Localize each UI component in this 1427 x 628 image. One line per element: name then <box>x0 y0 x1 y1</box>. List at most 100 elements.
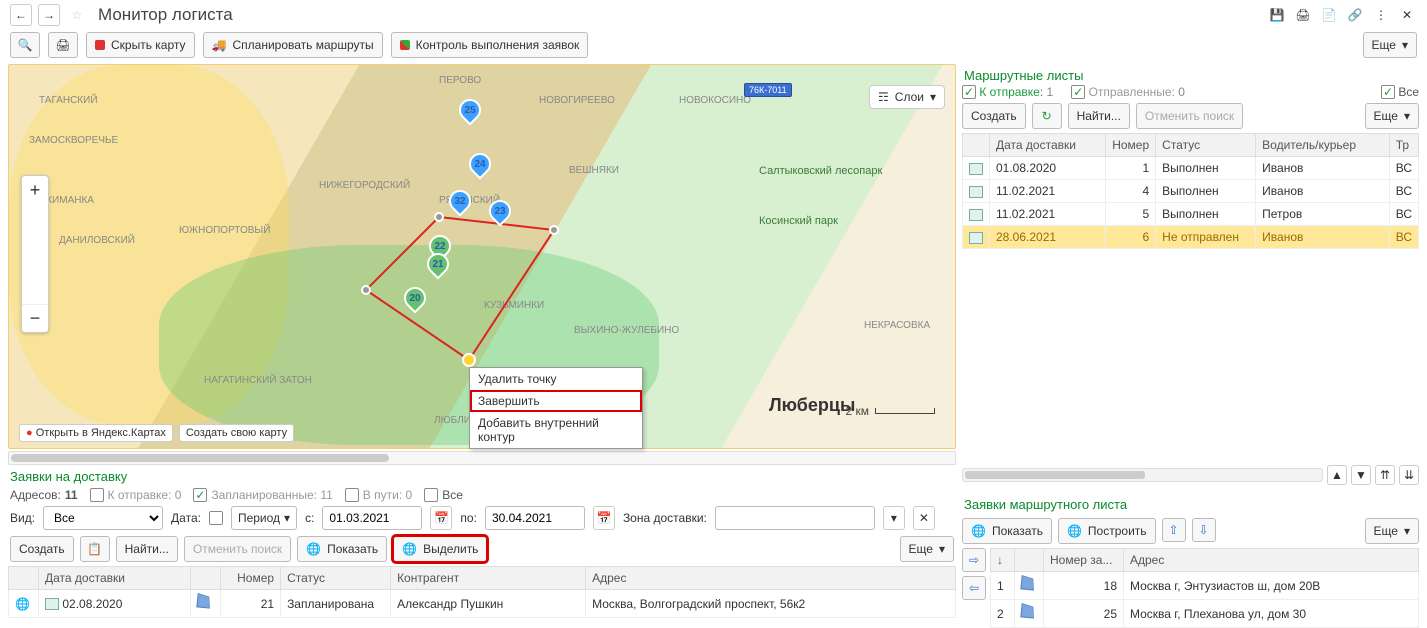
in-transit-checkbox[interactable] <box>345 488 359 502</box>
map-marker[interactable]: 23 <box>489 200 511 228</box>
all-checkbox[interactable] <box>424 488 438 502</box>
move-left-button[interactable]: ⇦ <box>962 576 986 600</box>
rr-build-button[interactable]: 🌐Построить <box>1058 518 1156 544</box>
close-icon[interactable]: ✕ <box>1397 5 1417 25</box>
plan-routes-button[interactable]: 🚚Спланировать маршруты <box>203 32 383 58</box>
map-marker[interactable]: 24 <box>469 153 491 181</box>
move-up-button[interactable]: ⇧ <box>1162 518 1186 542</box>
print-button[interactable]: 🖨 <box>48 32 78 58</box>
show-button[interactable]: 🌐Показать <box>297 536 387 562</box>
col-num[interactable]: Номер за... <box>1044 549 1124 572</box>
table-row[interactable]: 01.08.20201ВыполненИвановВС <box>963 157 1419 180</box>
search-button[interactable]: 🔍 <box>10 32 40 58</box>
create-request-button[interactable]: Создать <box>10 536 74 562</box>
report-icon[interactable]: 📄 <box>1319 5 1339 25</box>
map[interactable]: ТАГАНСКИЙ ЗАМОСКВОРЕЧЬЕ ЯКИМАНКА ДАНИЛОВ… <box>8 64 956 449</box>
routes-cancel-search-button[interactable]: Отменить поиск <box>1136 103 1243 129</box>
to-date-input[interactable] <box>485 506 585 530</box>
col-status[interactable]: Статус <box>1156 134 1256 157</box>
routes-scroll[interactable] <box>962 468 1323 482</box>
table-row[interactable]: 🌐 02.08.2020 21 Запланирована Александр … <box>9 590 956 618</box>
map-marker[interactable]: 25 <box>459 99 481 127</box>
rr-more-button[interactable]: Еще ▾ <box>1365 518 1419 544</box>
table-nav-down[interactable]: ▼ <box>1351 465 1371 485</box>
col-addr[interactable]: Адрес <box>1124 549 1419 572</box>
move-down-button[interactable]: ⇩ <box>1192 518 1216 542</box>
select-button[interactable]: 🌐Выделить <box>393 536 487 562</box>
rr-show-button[interactable]: 🌐Показать <box>962 518 1052 544</box>
col-date[interactable]: Дата доставки <box>990 134 1106 157</box>
zone-clear-button[interactable]: ✕ <box>913 506 935 530</box>
move-right-button[interactable]: ⇨ <box>962 548 986 572</box>
open-yandex-button[interactable]: ● Открыть в Яндекс.Картах <box>19 424 173 442</box>
table-row-selected[interactable]: 28.06.20216Не отправленИвановВС <box>963 226 1419 249</box>
hide-map-button[interactable]: Скрыть карту <box>86 32 195 58</box>
table-nav-up[interactable]: ▲ <box>1327 465 1347 485</box>
col-number[interactable]: Номер <box>221 567 281 590</box>
requests-more-button[interactable]: Еще ▾ <box>900 536 954 562</box>
col-tr[interactable]: Тр <box>1389 134 1418 157</box>
table-nav-top[interactable]: ⇈ <box>1375 465 1395 485</box>
view-select[interactable]: Все <box>43 506 163 530</box>
save-icon[interactable]: 💾 <box>1267 5 1287 25</box>
col-status[interactable]: Статус <box>281 567 391 590</box>
find-button[interactable]: Найти... <box>116 536 178 562</box>
to-send-checkbox[interactable] <box>90 488 104 502</box>
print-icon[interactable]: 🖨 <box>1293 5 1313 25</box>
copy-button[interactable]: 📋 <box>80 536 110 562</box>
forward-button[interactable]: → <box>38 4 60 26</box>
ctx-finish[interactable]: Завершить <box>470 390 642 412</box>
from-calendar-icon[interactable]: 📅 <box>430 506 452 530</box>
map-marker[interactable]: 32 <box>449 190 471 218</box>
ctx-delete-point[interactable]: Удалить точку <box>470 368 642 390</box>
col-index[interactable]: ↓ <box>991 549 1015 572</box>
layers-button[interactable]: ☶Слои▾ <box>869 85 945 109</box>
back-button[interactable]: ← <box>10 4 32 26</box>
col-box[interactable] <box>191 567 221 590</box>
more-button[interactable]: Еще ▾ <box>1363 32 1417 58</box>
routes-more-button[interactable]: Еще ▾ <box>1365 103 1419 129</box>
create-map-button[interactable]: Создать свою карту <box>179 424 294 442</box>
from-date-input[interactable] <box>322 506 422 530</box>
col-addr[interactable]: Адрес <box>586 567 956 590</box>
zoom-out-button[interactable]: − <box>22 304 48 332</box>
polygon-vertex-active[interactable] <box>462 353 476 367</box>
link-icon[interactable]: 🔗 <box>1345 5 1365 25</box>
refresh-button[interactable]: ↻ <box>1032 103 1062 129</box>
table-row[interactable]: 225Москва г, Плеханова ул, дом 30 <box>991 600 1419 628</box>
routes-sent-checkbox[interactable]: ✓ <box>1071 85 1085 99</box>
date-checkbox[interactable] <box>209 511 223 525</box>
table-row[interactable]: 118Москва г, Энтузиастов ш, дом 20В <box>991 572 1419 600</box>
create-route-button[interactable]: Создать <box>962 103 1026 129</box>
col-box[interactable] <box>1015 549 1044 572</box>
favorite-button[interactable]: ☆ <box>66 4 88 26</box>
table-row[interactable]: 11.02.20215ВыполненПетровВС <box>963 203 1419 226</box>
col-date[interactable]: Дата доставки <box>39 567 191 590</box>
map-marker[interactable]: 21 <box>427 253 449 281</box>
map-scroll[interactable] <box>8 451 956 465</box>
polygon-vertex[interactable] <box>549 225 559 235</box>
zone-input[interactable] <box>715 506 875 530</box>
zone-dropdown-button[interactable]: ▾ <box>883 506 905 530</box>
cancel-search-button[interactable]: Отменить поиск <box>184 536 291 562</box>
period-select[interactable]: Период ▾ <box>231 506 297 530</box>
ctx-add-inner[interactable]: Добавить внутренний контур <box>470 412 642 448</box>
polygon-vertex[interactable] <box>361 285 371 295</box>
polygon-vertex[interactable] <box>434 212 444 222</box>
map-marker[interactable]: 20 <box>404 287 426 315</box>
table-row[interactable]: 11.02.20214ВыполненИвановВС <box>963 180 1419 203</box>
to-calendar-icon[interactable]: 📅 <box>593 506 615 530</box>
routes-find-button[interactable]: Найти... <box>1068 103 1130 129</box>
kebab-icon[interactable]: ⋮ <box>1371 5 1391 25</box>
col-agent[interactable]: Контрагент <box>391 567 586 590</box>
routes-to-send-checkbox[interactable]: ✓ <box>962 85 976 99</box>
col-icon[interactable] <box>963 134 990 157</box>
routes-all-checkbox[interactable]: ✓ <box>1381 85 1395 99</box>
col-number[interactable]: Номер <box>1106 134 1156 157</box>
table-nav-bottom[interactable]: ⇊ <box>1399 465 1419 485</box>
control-exec-button[interactable]: Контроль выполнения заявок <box>391 32 589 58</box>
planned-checkbox[interactable]: ✓ <box>193 488 207 502</box>
col-icon[interactable] <box>9 567 39 590</box>
zoom-in-button[interactable]: + <box>22 176 48 204</box>
col-driver[interactable]: Водитель/курьер <box>1256 134 1390 157</box>
